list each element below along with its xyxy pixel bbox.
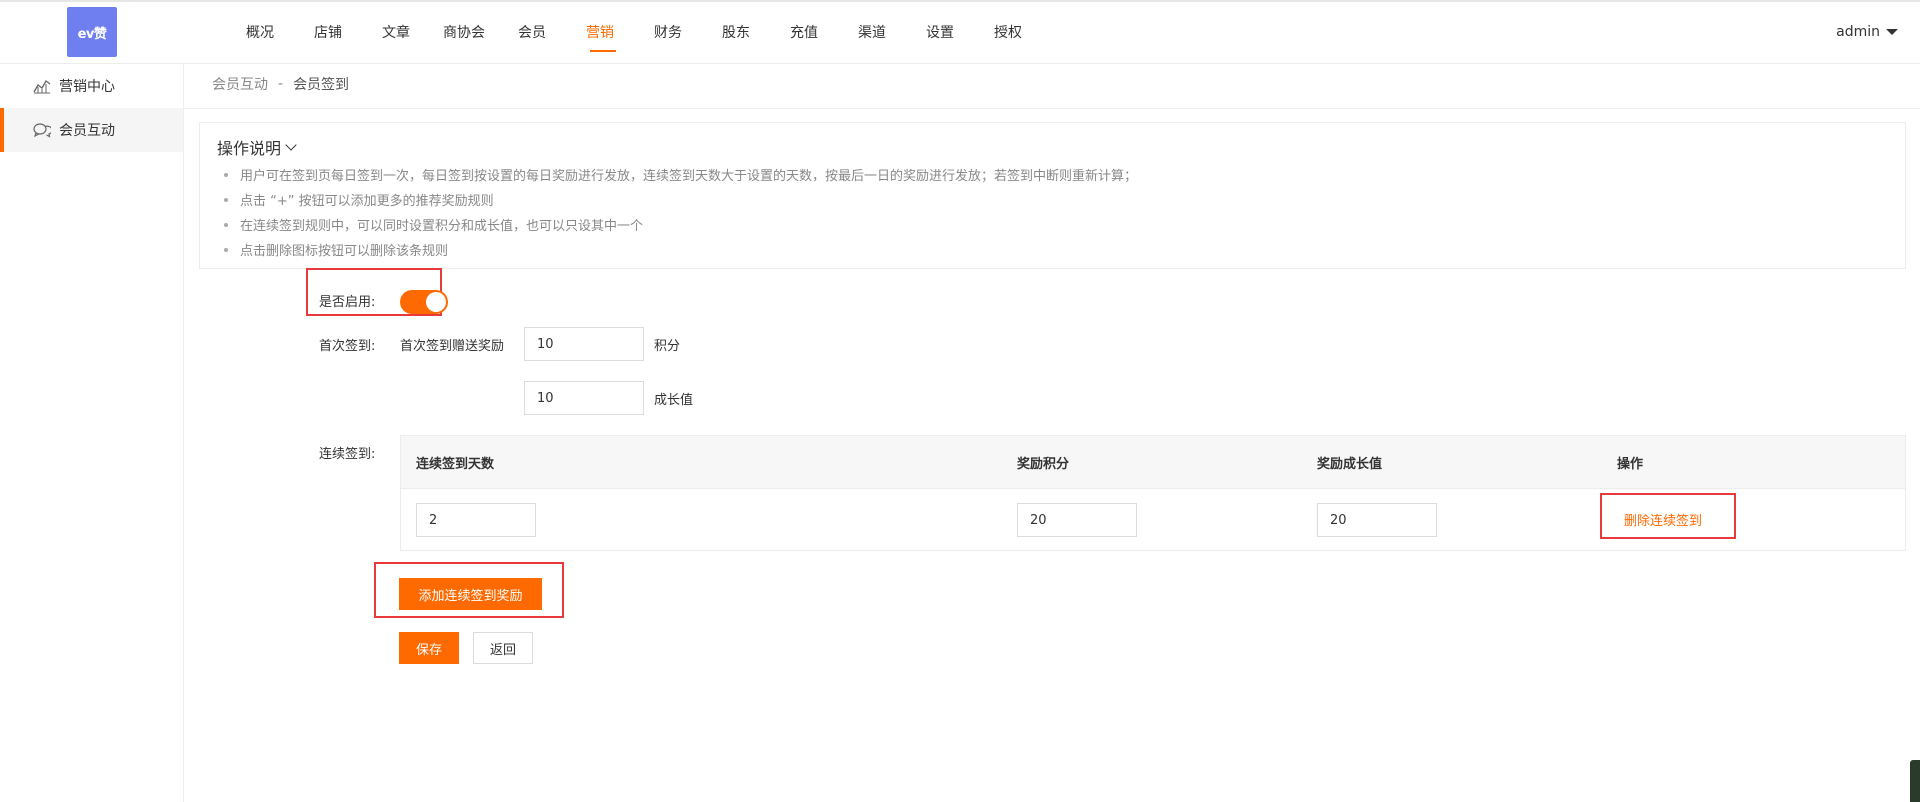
sidebar-item-marketing-center[interactable]: 营销中心 bbox=[0, 64, 183, 108]
first-points-input[interactable] bbox=[524, 327, 644, 361]
table-header: 连续签到天数 奖励积分 奖励成长值 操作 bbox=[401, 436, 1905, 488]
user-menu[interactable]: admin bbox=[1836, 0, 1898, 64]
header-growth: 奖励成长值 bbox=[1317, 456, 1383, 472]
sidebar: 营销中心 会员互动 bbox=[0, 64, 184, 802]
days-input[interactable] bbox=[416, 503, 536, 537]
continuous-signin-label: 连续签到: bbox=[319, 447, 376, 462]
nav-item-shareholder[interactable]: 股东 bbox=[702, 0, 770, 64]
enable-label: 是否启用: bbox=[319, 295, 376, 310]
enable-toggle[interactable] bbox=[400, 290, 448, 314]
instructions-title: 操作说明 bbox=[217, 139, 282, 158]
breadcrumb-current: 会员签到 bbox=[293, 77, 350, 93]
instruction-item: 点击 “+” 按钮可以添加更多的推荐奖励规则 bbox=[224, 187, 1137, 212]
nav-item-shop[interactable]: 店铺 bbox=[294, 0, 362, 64]
breadcrumb-separator: - bbox=[278, 76, 284, 92]
caret-down-icon bbox=[1886, 29, 1898, 35]
header-points: 奖励积分 bbox=[1017, 456, 1070, 472]
instructions-panel: 操作说明 用户可在签到页每日签到一次，每日签到按设置的每日奖励进行发放，连续签到… bbox=[199, 122, 1906, 269]
delete-rule-link[interactable]: 删除连续签到 bbox=[1624, 510, 1702, 529]
top-navbar: ev赞 概况 店铺 文章 商协会 会员 营销 财务 股东 充值 渠道 设置 授权… bbox=[0, 0, 1920, 64]
instructions-list: 用户可在签到页每日签到一次，每日签到按设置的每日奖励进行发放，连续签到天数大于设… bbox=[224, 162, 1137, 262]
divider bbox=[184, 108, 1920, 109]
nav-item-settings[interactable]: 设置 bbox=[906, 0, 974, 64]
nav-item-channel[interactable]: 渠道 bbox=[838, 0, 906, 64]
instructions-toggle[interactable]: 操作说明 bbox=[217, 135, 297, 159]
logo-text: ev赞 bbox=[77, 26, 107, 42]
breadcrumb: 会员互动 - 会员签到 bbox=[212, 64, 349, 104]
nav-item-authorization[interactable]: 授权 bbox=[974, 0, 1042, 64]
points-input[interactable] bbox=[1017, 503, 1137, 537]
growth-unit: 成长值 bbox=[654, 393, 694, 408]
nav-item-recharge[interactable]: 充值 bbox=[770, 0, 838, 64]
username: admin bbox=[1836, 24, 1880, 40]
instruction-item: 点击删除图标按钮可以删除该条规则 bbox=[224, 237, 1137, 262]
header-action: 操作 bbox=[1617, 456, 1644, 472]
instruction-item: 用户可在签到页每日签到一次，每日签到按设置的每日奖励进行发放，连续签到天数大于设… bbox=[224, 162, 1137, 187]
nav-item-article[interactable]: 文章 bbox=[362, 0, 430, 64]
first-reward-label: 首次签到赠送奖励 bbox=[400, 339, 505, 354]
sidebar-item-member-interaction[interactable]: 会员互动 bbox=[0, 108, 183, 152]
instruction-item: 在连续签到规则中，可以同时设置积分和成长值，也可以只设其中一个 bbox=[224, 212, 1137, 237]
points-unit: 积分 bbox=[654, 339, 681, 354]
sidebar-item-label: 营销中心 bbox=[59, 79, 115, 95]
nav-item-association[interactable]: 商协会 bbox=[430, 0, 498, 64]
sidebar-item-label: 会员互动 bbox=[59, 123, 115, 139]
chevron-down-icon bbox=[285, 139, 297, 151]
table-row: 删除连续签到 bbox=[401, 488, 1905, 550]
nav-item-member[interactable]: 会员 bbox=[498, 0, 566, 64]
back-button[interactable]: 返回 bbox=[473, 632, 533, 664]
save-button[interactable]: 保存 bbox=[399, 632, 459, 664]
toggle-knob bbox=[426, 292, 446, 312]
first-signin-label: 首次签到: bbox=[319, 339, 376, 354]
app-logo[interactable]: ev赞 bbox=[67, 7, 117, 57]
first-growth-input[interactable] bbox=[524, 381, 644, 415]
chat-icon bbox=[33, 122, 51, 138]
header-days: 连续签到天数 bbox=[416, 456, 495, 472]
chart-icon bbox=[33, 78, 51, 94]
breadcrumb-parent[interactable]: 会员互动 bbox=[212, 74, 268, 94]
nav-item-overview[interactable]: 概况 bbox=[226, 0, 294, 64]
growth-input[interactable] bbox=[1317, 503, 1437, 537]
nav-item-finance[interactable]: 财务 bbox=[634, 0, 702, 64]
continuous-rules-table: 连续签到天数 奖励积分 奖励成长值 操作 删除连续签到 bbox=[400, 435, 1906, 551]
main-nav: 概况 店铺 文章 商协会 会员 营销 财务 股东 充值 渠道 设置 授权 bbox=[226, 0, 1042, 64]
floating-widget[interactable] bbox=[1910, 760, 1920, 802]
main-content: 会员互动 - 会员签到 操作说明 用户可在签到页每日签到一次，每日签到按设置的每… bbox=[184, 64, 1920, 802]
nav-item-marketing[interactable]: 营销 bbox=[566, 0, 634, 64]
add-continuous-reward-button[interactable]: 添加连续签到奖励 bbox=[399, 578, 542, 610]
